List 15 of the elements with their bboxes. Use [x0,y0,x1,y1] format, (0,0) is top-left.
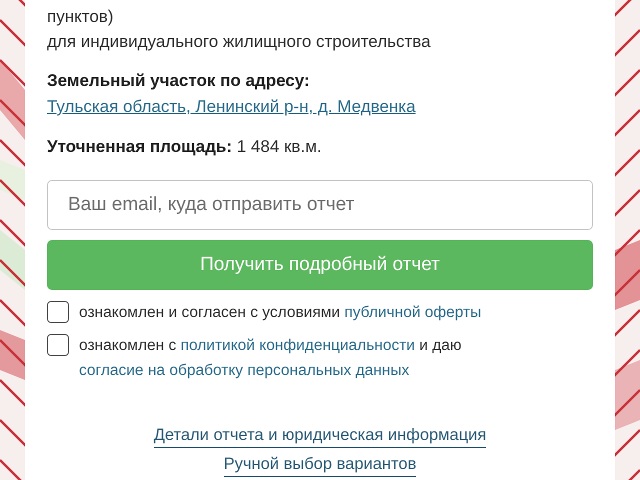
email-field[interactable]: Ваш email, куда отправить отчет [47,180,593,230]
description-text: пунктов) [47,6,114,28]
footer-link[interactable]: Детали отчета и юридическая информация [154,423,486,448]
checkbox[interactable] [47,301,69,323]
agreement-link[interactable]: публичной оферты [344,304,482,321]
area-text: Уточненная площадь: 1 484 кв.м. [47,136,323,158]
agreement-text: ознакомлен с политикой конфиденциальности и даю согласие на обработку персональных данных [79,336,463,381]
agreement-link[interactable]: согласие на обработку персональных данных [79,362,410,379]
agreement-link[interactable]: политикой конфиденциальности [180,337,415,354]
address-text: Земельный участок по адресу: Тульская область, Ленинский р-н, д. Медвенка [47,70,417,118]
description-text: для индивидуального жилищного строительства [47,31,432,53]
agreement-text: ознакомлен и согласен с условиями публичной оферты [79,303,482,323]
footer-link[interactable]: Ручной выбор вариантов [224,452,416,477]
checkbox[interactable] [47,334,69,356]
address-link[interactable]: Тульская область, Ленинский р-н, д. Медвенка [47,97,416,116]
